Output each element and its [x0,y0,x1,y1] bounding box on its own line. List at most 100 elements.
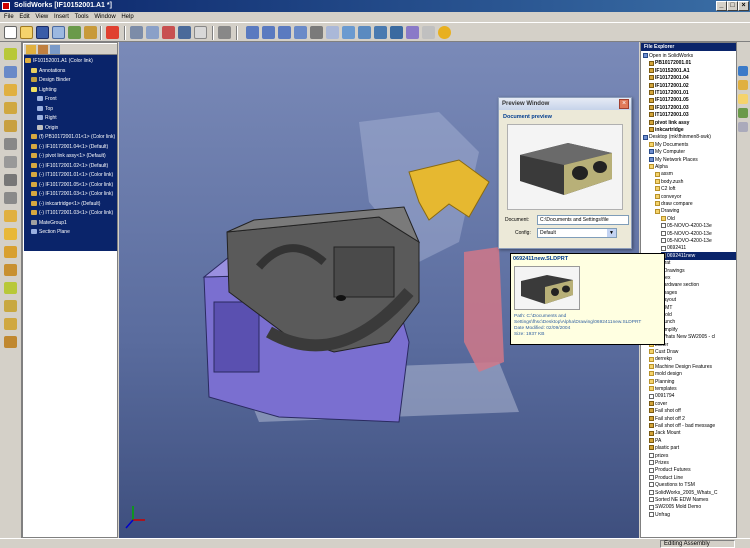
tree-item[interactable]: MateGroup1 [23,219,116,228]
color-icon[interactable] [162,26,175,39]
close-button[interactable]: × [738,1,749,11]
tree-item[interactable]: Design Binder [23,76,116,85]
menu-edit[interactable]: Edit [19,12,29,22]
minimize-button[interactable]: _ [716,1,727,11]
tree-item[interactable]: Right [23,114,116,123]
feature-manager-tab-icon[interactable] [26,45,36,54]
tree-item[interactable]: (-) IF10172001.05<1> (Color link) [23,181,116,190]
menu-window[interactable]: Window [94,12,115,22]
view-palette-icon[interactable] [738,122,748,132]
section-view-icon[interactable] [406,26,419,39]
photoworks-icon[interactable] [438,26,451,39]
menu-tools[interactable]: Tools [75,12,89,22]
tree-item[interactable]: (-) IT10172001.01<1> (Color link) [23,171,116,180]
file-explorer-item[interactable]: Unfrag [649,511,736,519]
pattern-icon[interactable] [4,246,17,258]
shaded-edges-icon[interactable] [390,26,403,39]
hole-wizard-icon[interactable] [4,210,17,222]
insert-component-icon[interactable] [4,318,17,330]
open-folder-icon[interactable] [20,26,33,39]
menu-view[interactable]: View [35,12,48,22]
tree-item-label: Design Binder [39,77,71,83]
rib-icon[interactable] [4,192,17,204]
fillet-icon[interactable] [4,138,17,150]
zoom-area-icon[interactable] [262,26,275,39]
hidden-lines-icon[interactable] [358,26,371,39]
document-icon [649,504,654,510]
menu-file[interactable]: File [4,12,14,22]
maximize-button[interactable]: □ [727,1,738,11]
revolve-icon[interactable] [4,102,17,114]
tree-item[interactable]: (-) pivot link assy<1> (Default) [23,152,116,161]
file-explorer-item-label: IT10172001.01 [655,90,689,96]
chamfer-icon[interactable] [4,156,17,168]
file-explorer-item-label: Old [667,215,675,222]
mate-icon[interactable] [4,336,17,348]
tree-item[interactable]: Top [23,105,116,114]
document-path-field[interactable]: C:\Documents and Settings\file [537,215,629,225]
smart-dimension-icon[interactable] [4,66,17,78]
tree-item[interactable]: Origin [23,124,116,133]
preview-close-button[interactable]: × [619,99,629,109]
part-icon [31,172,37,178]
traffic-light-icon[interactable] [106,26,119,39]
shaded-icon[interactable] [374,26,387,39]
document-icon [649,467,654,473]
tree-item[interactable]: (f) PB10172001.01<1> (Color link) [23,133,116,142]
tree-item[interactable]: (-) IF10172001.04<1> (Default) [23,143,116,152]
help-arrow-icon[interactable] [218,26,231,39]
part-icon [31,200,37,206]
plane-icon [37,105,43,111]
zoom-in-out-icon[interactable] [278,26,291,39]
perspective-icon[interactable] [422,26,435,39]
solidworks-resources-icon[interactable] [738,66,748,76]
tree-item[interactable]: (-) IF10172001.03<1> (Color link) [23,190,116,199]
table-icon[interactable] [194,26,207,39]
file-explorer-item-label: IF10172001.05 [655,97,689,104]
tree-item[interactable]: (-) inkcartridge<1> (Default) [23,200,116,209]
mirror-icon[interactable] [4,228,17,240]
sketch-icon[interactable] [4,48,17,60]
file-explorer-item-label: draw compare [661,201,693,207]
tree-item[interactable]: Annotations [23,67,116,76]
file-explorer-tab-icon[interactable] [738,94,748,104]
feature-tree-tabs [24,44,117,55]
tree-item[interactable]: Lighting [23,86,116,95]
menu-help[interactable]: Help [121,12,133,22]
menu-insert[interactable]: Insert [54,12,69,22]
options-icon[interactable] [84,26,97,39]
part-file-icon [649,112,654,118]
wireframe-icon[interactable] [342,26,355,39]
property-manager-tab-icon[interactable] [38,45,48,54]
zoom-fit-icon[interactable] [246,26,259,39]
configuration-manager-tab-icon[interactable] [50,45,60,54]
design-library-icon[interactable] [738,80,748,90]
rebuild-icon[interactable] [68,26,81,39]
print-icon[interactable] [52,26,65,39]
tree-item[interactable]: IF10152001.A1 (Color link) [23,57,116,66]
pan-icon[interactable] [310,26,323,39]
search-icon[interactable] [738,108,748,118]
new-document-icon[interactable] [4,26,17,39]
shell-icon[interactable] [4,174,17,186]
grid-icon[interactable] [146,26,159,39]
view-orientation-icon[interactable] [326,26,339,39]
chevron-down-icon[interactable]: ▼ [607,229,616,237]
layers-icon[interactable] [130,26,143,39]
photo-icon[interactable] [178,26,191,39]
extrude-icon[interactable] [4,84,17,96]
design-binder-icon [31,77,37,83]
tree-item[interactable]: Section Plane [23,228,116,237]
file-explorer-item-label: 0692411 [667,245,687,252]
tree-item[interactable]: (-) IT10172001.03<1> (Color link) [23,209,116,218]
save-icon[interactable] [36,26,49,39]
reference-plane-icon[interactable] [4,282,17,294]
tree-item[interactable]: Front [23,95,116,104]
sweep-icon[interactable] [4,120,17,132]
part-file-icon [649,67,654,73]
tree-item[interactable]: (-) IF10172001.02<1> (Default) [23,162,116,171]
draft-icon[interactable] [4,264,17,276]
curves-icon[interactable] [4,300,17,312]
config-dropdown[interactable]: Default [537,228,617,238]
rotate-icon[interactable] [294,26,307,39]
